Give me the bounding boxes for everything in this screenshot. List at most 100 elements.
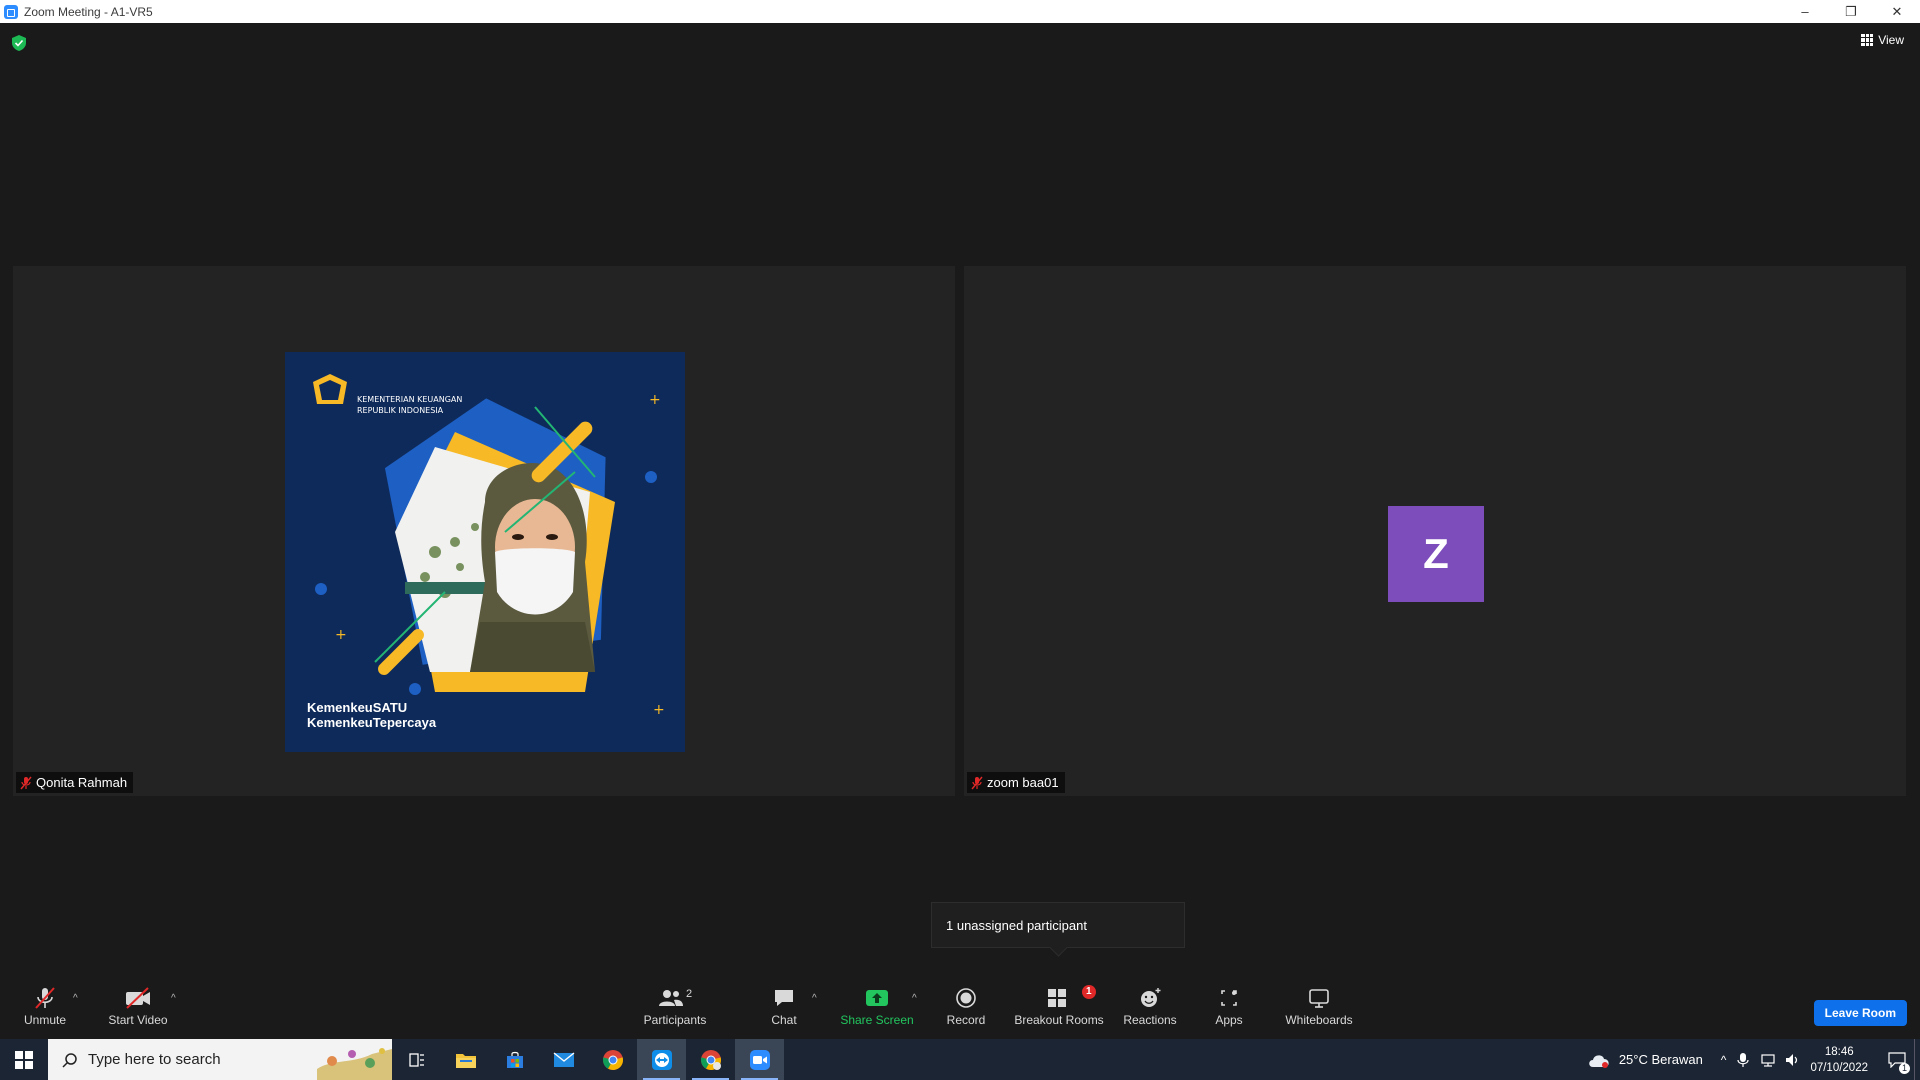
apps-icon: [1221, 990, 1237, 1006]
windows-taskbar: Type here to search 25°C Berawan ^ 18:46…: [0, 1039, 1920, 1080]
unmute-label: Unmute: [23, 1013, 67, 1027]
cloud-weather-icon: [1589, 1054, 1609, 1068]
search-icon: [62, 1052, 77, 1068]
grid-view-icon: [1861, 34, 1874, 46]
chat-button[interactable]: Chat: [768, 985, 800, 1027]
breakout-rooms-label: Breakout Rooms: [1014, 1013, 1104, 1027]
unmute-button[interactable]: Unmute: [20, 985, 70, 1027]
share-screen-label: Share Screen: [840, 1013, 914, 1027]
teamviewer-button[interactable]: [637, 1039, 686, 1080]
task-view-icon: [408, 1052, 424, 1067]
microphone-tray-icon[interactable]: [1736, 1052, 1750, 1068]
chrome-icon: [602, 1049, 623, 1070]
clock-date: 07/10/2022: [1810, 1061, 1868, 1074]
reactions-label: Reactions: [1123, 1013, 1177, 1027]
participants-button[interactable]: 2 Participants: [642, 985, 708, 1027]
folder-icon: [455, 1053, 476, 1068]
participant-name-label: Qonita Rahmah: [16, 772, 134, 793]
network-icon[interactable]: [1760, 1052, 1776, 1068]
meeting-toolbar: Unmute ^ Start Video ^ 2 Participants Ch…: [0, 985, 1920, 1039]
whiteboard-icon: [1309, 989, 1329, 1008]
weather-text[interactable]: 25°C Berawan: [1619, 1052, 1703, 1067]
taskbar-search-box[interactable]: Type here to search: [48, 1039, 392, 1080]
svg-text:+: +: [335, 627, 347, 643]
chat-options-caret-icon[interactable]: ^: [812, 993, 817, 1004]
store-bag-icon: [506, 1051, 523, 1068]
leave-room-button[interactable]: Leave Room: [1813, 1000, 1907, 1026]
audio-options-caret-icon[interactable]: ^: [73, 993, 78, 1004]
zoom-icon: [749, 1049, 770, 1070]
profile-tag1: KemenkeuSATU: [307, 700, 408, 715]
video-options-caret-icon[interactable]: ^: [171, 993, 176, 1004]
microsoft-store-button[interactable]: [490, 1039, 539, 1080]
whiteboards-button[interactable]: Whiteboards: [1284, 985, 1354, 1027]
notification-center-button[interactable]: 1: [1880, 1039, 1914, 1080]
mic-muted-icon: [35, 987, 55, 1009]
participants-icon: [658, 990, 683, 1006]
start-button[interactable]: [0, 1039, 48, 1080]
start-video-label: Start Video: [108, 1013, 168, 1027]
chrome-profile-icon: [700, 1049, 721, 1070]
task-view-button[interactable]: [392, 1039, 441, 1080]
muted-mic-icon: [971, 776, 983, 789]
chat-label: Chat: [771, 1013, 797, 1027]
participants-count: 2: [685, 988, 693, 1000]
share-screen-button[interactable]: Share Screen: [840, 985, 914, 1027]
profile-org-line1: KEMENTERIAN KEUANGAN: [357, 395, 463, 404]
video-tile-qonita[interactable]: + + + KEMENTERIAN KEUANGAN REPUBLIK INDO…: [13, 266, 955, 796]
windows-logo-icon: [15, 1050, 33, 1069]
participant-name-label: zoom baa01: [967, 772, 1065, 793]
record-button[interactable]: Record: [946, 985, 986, 1027]
view-label: View: [1878, 33, 1904, 47]
clock-time: 18:46: [1824, 1045, 1854, 1058]
minimize-button[interactable]: –: [1782, 0, 1828, 23]
video-tile-zoom-baa01[interactable]: Z zoom baa01: [964, 266, 1906, 796]
taskbar-clock[interactable]: 18:46 07/10/2022: [1810, 1044, 1868, 1076]
breakout-rooms-button[interactable]: 1 Breakout Rooms: [1014, 985, 1104, 1027]
chrome-button[interactable]: [588, 1039, 637, 1080]
video-off-icon: [126, 987, 150, 1009]
record-icon: [956, 988, 976, 1008]
participant-profile-picture: + + + KEMENTERIAN KEUANGAN REPUBLIK INDO…: [285, 352, 685, 752]
breakout-tooltip[interactable]: 1 unassigned participant: [931, 902, 1185, 948]
start-video-button[interactable]: Start Video: [106, 985, 170, 1027]
close-button[interactable]: ✕: [1874, 0, 1920, 23]
muted-mic-icon: [20, 776, 32, 789]
share-screen-icon: [866, 990, 888, 1006]
mail-envelope-icon: [553, 1051, 574, 1067]
mail-button[interactable]: [539, 1039, 588, 1080]
teamviewer-icon: [651, 1049, 672, 1070]
apps-button[interactable]: Apps: [1214, 985, 1244, 1027]
apps-label: Apps: [1215, 1013, 1243, 1027]
chrome-profile-button[interactable]: [686, 1039, 735, 1080]
breakout-rooms-icon: [1048, 989, 1066, 1007]
file-explorer-button[interactable]: [441, 1039, 490, 1080]
svg-text:+: +: [653, 702, 665, 718]
participant-name: zoom baa01: [987, 775, 1059, 790]
security-shield-icon[interactable]: [12, 35, 26, 51]
window-titlebar: Zoom Meeting - A1-VR5 – ❐ ✕: [0, 0, 1920, 23]
profile-picture-art: + + +: [285, 352, 685, 752]
record-label: Record: [946, 1013, 986, 1027]
meeting-area: View + + + KEMENTERIAN KEUANGAN REPUBLIK…: [0, 23, 1920, 1039]
svg-text:+: +: [649, 392, 661, 408]
window-title: Zoom Meeting - A1-VR5: [24, 4, 153, 19]
participant-avatar: Z: [1388, 506, 1484, 602]
zoom-app-icon: [4, 4, 18, 19]
share-options-caret-icon[interactable]: ^: [912, 993, 917, 1004]
reactions-smiley-icon: [1141, 988, 1161, 1007]
show-desktop-button[interactable]: [1914, 1039, 1920, 1080]
whiteboards-label: Whiteboards: [1285, 1013, 1353, 1027]
volume-icon[interactable]: [1784, 1052, 1800, 1068]
reactions-button[interactable]: Reactions: [1123, 985, 1177, 1027]
chat-bubble-icon: [775, 990, 793, 1006]
view-button[interactable]: View: [1861, 33, 1904, 47]
profile-tag2: KemenkeuTepercaya: [307, 715, 437, 730]
zoom-taskbar-button[interactable]: [735, 1039, 784, 1080]
show-hidden-icons-icon[interactable]: ^: [1721, 1053, 1727, 1067]
breakout-badge: 1: [1082, 985, 1096, 999]
profile-org-line2: REPUBLIK INDONESIA: [357, 406, 444, 415]
participants-label: Participants: [643, 1013, 707, 1027]
system-tray: 25°C Berawan ^ 18:46 07/10/2022 1: [1587, 1039, 1920, 1080]
restore-button[interactable]: ❐: [1828, 0, 1874, 23]
